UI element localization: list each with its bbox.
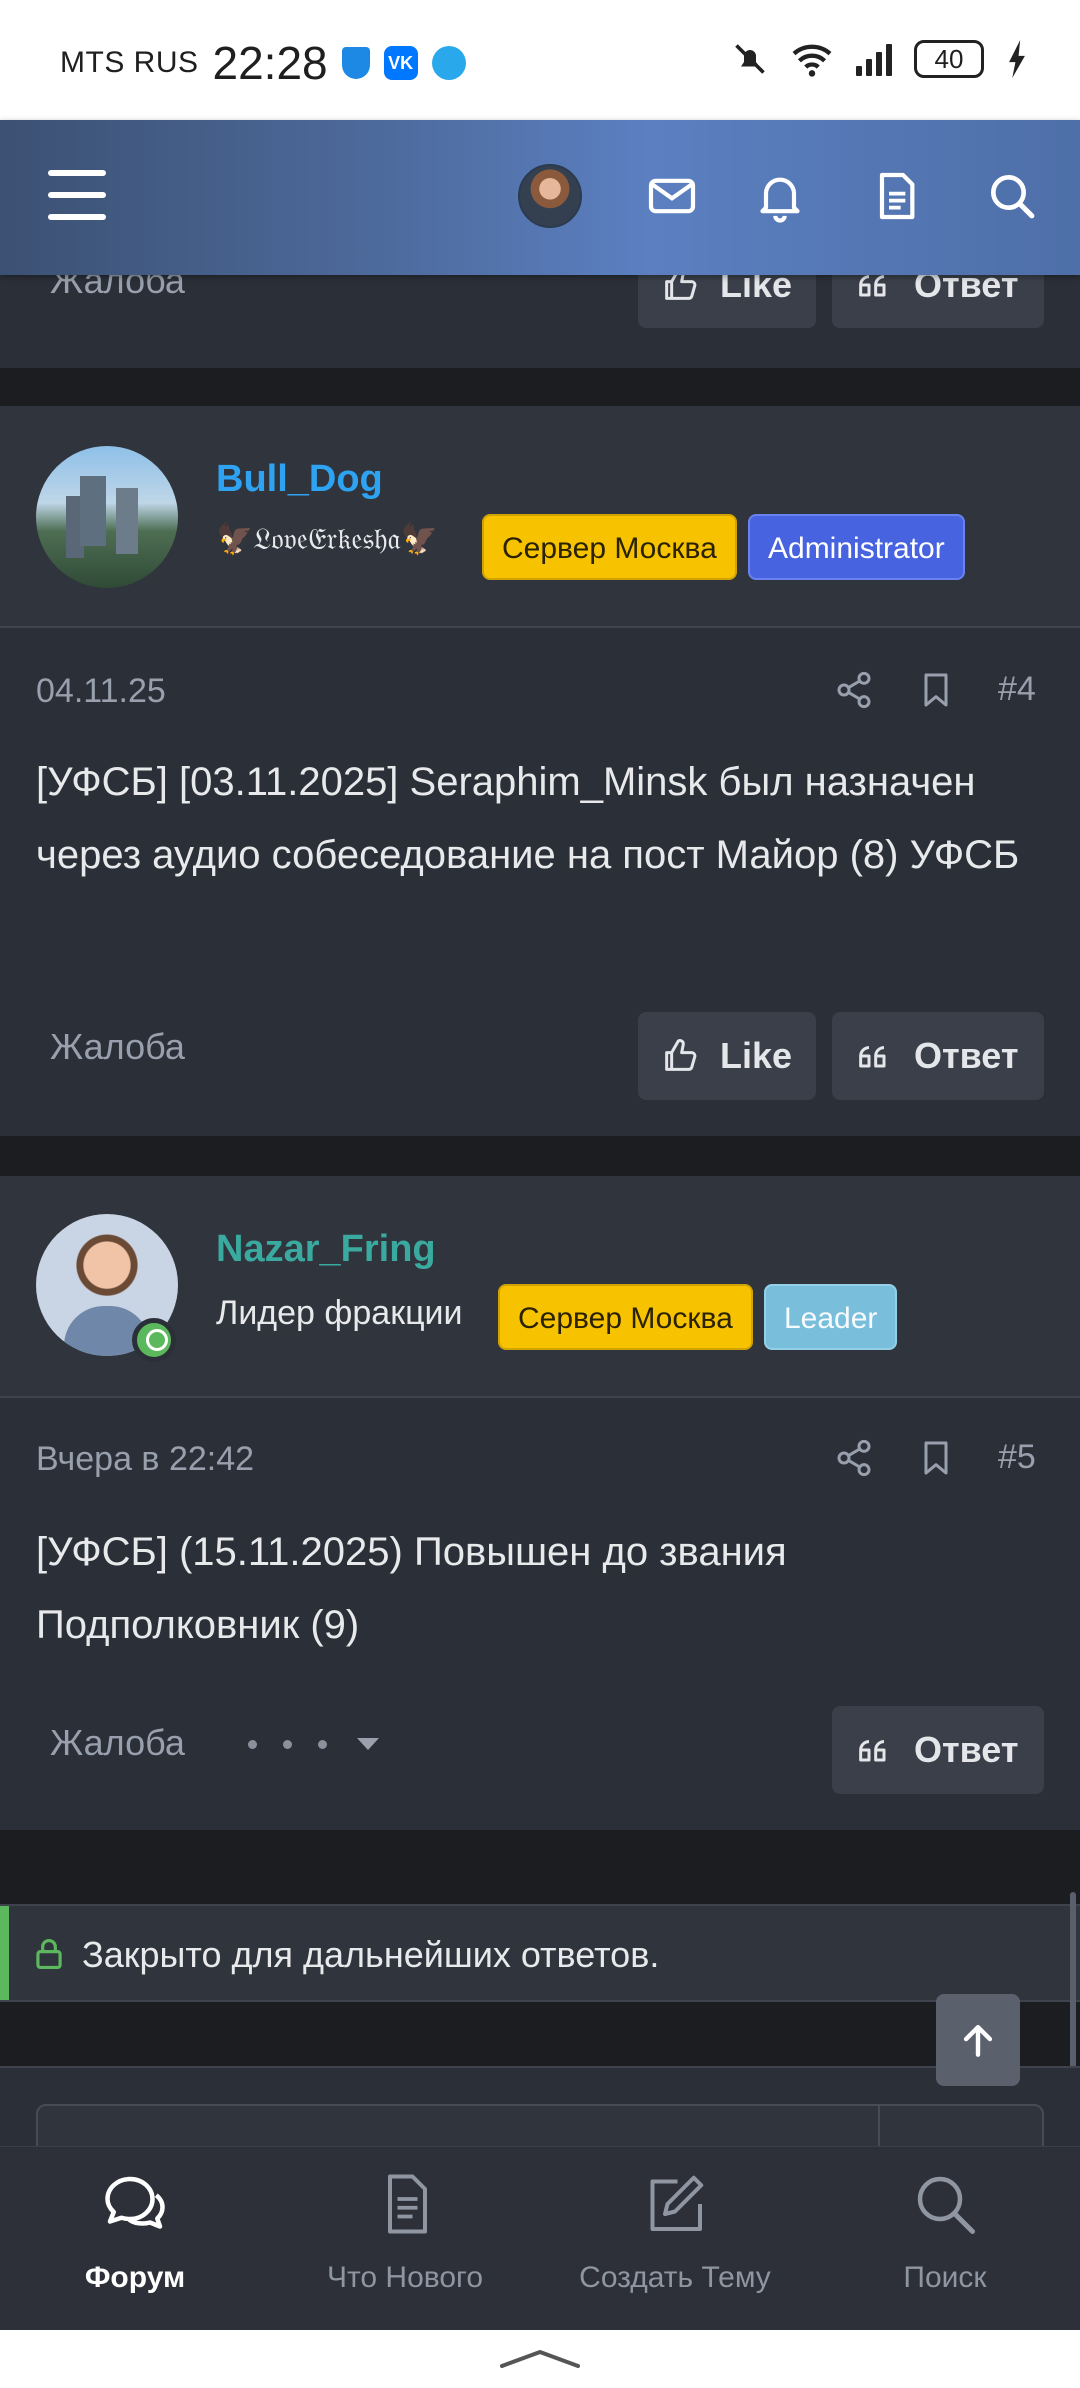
share-icon[interactable] bbox=[834, 670, 874, 710]
nav-forum[interactable]: Форум bbox=[0, 2171, 270, 2321]
chevron-up-icon[interactable] bbox=[498, 2346, 582, 2370]
wifi-icon bbox=[792, 44, 832, 77]
nav-whats-new[interactable]: Что Нового bbox=[270, 2171, 540, 2321]
search-icon bbox=[917, 2176, 975, 2234]
vk-icon: VK bbox=[383, 46, 418, 80]
app-header bbox=[0, 120, 1080, 275]
bookmark-icon[interactable] bbox=[916, 670, 956, 710]
scroll-to-top-button[interactable] bbox=[936, 1994, 1020, 2086]
quote-icon bbox=[859, 1046, 886, 1068]
post-user-header: Nazar_Fring Лидер фракции Сервер Москва … bbox=[0, 1176, 1080, 1398]
like-button[interactable]: Like bbox=[638, 1012, 816, 1100]
user-avatar[interactable] bbox=[36, 446, 178, 588]
report-link[interactable]: Жалоба bbox=[50, 1026, 185, 1068]
share-icon[interactable] bbox=[834, 1438, 874, 1478]
clock: 22:28 bbox=[212, 37, 328, 89]
nav-create-thread-label: Создать Тему bbox=[579, 2261, 771, 2294]
chevron-down-icon bbox=[357, 1738, 379, 1750]
user-title: Лидер фракции bbox=[216, 1294, 463, 1332]
lock-icon bbox=[36, 1938, 62, 1970]
arrow-up-icon bbox=[963, 2024, 993, 2057]
nav-forum-label: Форум bbox=[84, 2261, 186, 2294]
status-left: MTS RUS 22:28 VK bbox=[60, 36, 466, 90]
shield-icon bbox=[341, 47, 370, 79]
nav-search[interactable]: Поиск bbox=[810, 2171, 1080, 2321]
nav-create-thread[interactable]: Создать Тему bbox=[540, 2171, 810, 2321]
bottom-navigation: Форум Что Нового Создать Тему Поиск bbox=[0, 2146, 1080, 2330]
document-icon bbox=[388, 2174, 427, 2234]
edit-icon bbox=[650, 2175, 704, 2231]
post-body: [УФСБ] (15.11.2025) Повышен до звания По… bbox=[36, 1530, 787, 1647]
role-badge: Administrator bbox=[748, 514, 965, 580]
bookmark-icon[interactable] bbox=[916, 1438, 956, 1478]
thread-closed-notice: Закрыто для дальнейших ответов. bbox=[0, 1904, 1080, 2002]
mail-icon[interactable] bbox=[644, 168, 700, 224]
closed-notice-text: Закрыто для дальнейших ответов. bbox=[82, 1934, 660, 1975]
username[interactable]: Nazar_Fring bbox=[216, 1228, 436, 1271]
reply-button[interactable]: Ответ bbox=[832, 1012, 1044, 1100]
report-link[interactable]: Жалоба bbox=[50, 1722, 185, 1764]
nav-whats-new-label: Что Нового bbox=[326, 2261, 484, 2294]
nav-search-label: Поиск bbox=[903, 2261, 987, 2294]
signal-icon bbox=[856, 42, 892, 76]
role-badge: Leader bbox=[764, 1284, 898, 1350]
post-card: Nazar_Fring Лидер фракции Сервер Москва … bbox=[0, 1176, 1080, 1830]
thumbs-up-icon bbox=[665, 1039, 697, 1071]
like-label: Like bbox=[719, 1035, 792, 1076]
chat-bubbles-icon bbox=[105, 2176, 165, 2229]
search-icon[interactable] bbox=[984, 168, 1040, 224]
user-title: 🦅𝔏𝔬𝔳𝔢𝔈𝔯𝔨𝔢𝔰𝔥𝔞🦅 bbox=[216, 522, 438, 557]
quote-icon bbox=[859, 1740, 886, 1762]
system-gesture-bar bbox=[0, 2330, 1080, 2388]
telegram-icon bbox=[431, 46, 466, 80]
bell-icon[interactable] bbox=[752, 168, 808, 224]
battery-indicator: 40 bbox=[914, 40, 984, 78]
post-date[interactable]: Вчера в 22:42 bbox=[36, 1440, 254, 1479]
notice-accent-bar bbox=[0, 1906, 9, 2000]
charging-icon bbox=[1009, 40, 1025, 78]
carrier-label: MTS RUS bbox=[60, 46, 199, 79]
bell-off-icon bbox=[735, 44, 765, 74]
reply-label: Ответ bbox=[914, 1035, 1019, 1076]
post-user-header: Bull_Dog 🦅𝔏𝔬𝔳𝔢𝔈𝔯𝔨𝔢𝔰𝔥𝔞🦅 Сервер Москва Adm… bbox=[0, 406, 1080, 628]
more-actions-menu[interactable] bbox=[248, 1738, 379, 1750]
user-avatar[interactable] bbox=[518, 164, 582, 228]
username[interactable]: Bull_Dog bbox=[216, 458, 383, 501]
menu-icon[interactable] bbox=[48, 170, 106, 220]
post-card: Bull_Dog 🦅𝔏𝔬𝔳𝔢𝔈𝔯𝔨𝔢𝔰𝔥𝔞🦅 Сервер Москва Adm… bbox=[0, 406, 1080, 1136]
status-bar: MTS RUS 22:28 VK 40 bbox=[0, 0, 1080, 120]
server-badge: Сервер Москва bbox=[498, 1284, 753, 1350]
reply-label: Ответ bbox=[914, 1729, 1019, 1770]
post-number[interactable]: #4 bbox=[998, 670, 1036, 709]
online-status-icon bbox=[132, 1318, 176, 1362]
status-right: 40 bbox=[732, 40, 1028, 78]
document-icon[interactable] bbox=[868, 168, 924, 224]
reply-button[interactable]: Ответ bbox=[832, 1706, 1044, 1794]
post-date[interactable]: 04.11.25 bbox=[36, 672, 166, 711]
post-number[interactable]: #5 bbox=[998, 1438, 1036, 1477]
post-body: [УФСБ] [03.11.2025] Seraphim_Minsk был н… bbox=[36, 760, 1020, 877]
server-badge: Сервер Москва bbox=[482, 514, 737, 580]
